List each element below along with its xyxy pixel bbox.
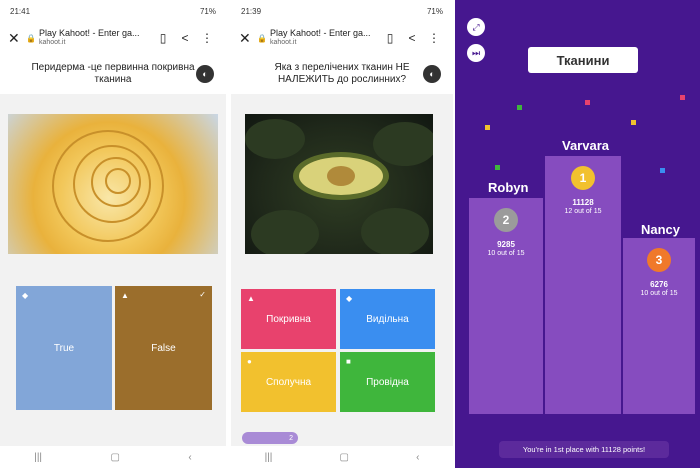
question-header: Перидерма -це первинна покривна тканина … (0, 54, 226, 94)
shell-spiral-icon (52, 130, 164, 242)
confetti (585, 100, 590, 105)
recent-apps-icon[interactable]: ||| (265, 452, 273, 463)
diamond-icon: ◆ (346, 294, 353, 303)
home-icon[interactable]: ▢ (339, 452, 348, 463)
close-icon[interactable]: ✕ (239, 30, 257, 47)
android-nav-bar: ||| ▢ ‹ (0, 446, 226, 468)
lock-icon: 🔒 (26, 33, 36, 43)
status-battery: 71% (426, 6, 443, 16)
answer-label: Провідна (366, 376, 409, 388)
diamond-icon: ◆ (22, 291, 29, 300)
player-correct-count: 10 out of 15 (640, 290, 678, 297)
skip-icon[interactable]: ⏭ (467, 44, 485, 62)
answer-false-button[interactable]: ▲ ✓ False (115, 286, 212, 410)
podium-third: 3 6276 10 out of 15 (623, 238, 695, 414)
panel-podium: ⤢ ⏭ Тканини Robyn 2 9285 10 out of 15 Va… (455, 0, 700, 468)
android-nav-bar: ||| ▢ ‹ (231, 446, 453, 468)
triangle-icon: ▲ (247, 294, 255, 303)
player-correct-count: 10 out of 15 (487, 250, 525, 257)
close-icon[interactable]: ✕ (8, 30, 26, 47)
placement-message: You're in 1st place with 11128 points! (499, 441, 669, 458)
square-icon: ■ (346, 357, 351, 366)
bookmark-icon[interactable]: ▯ (379, 31, 401, 45)
page-url: kahoot.it (38, 39, 66, 46)
status-time: 21:41 (10, 6, 31, 16)
back-icon[interactable]: ‹ (188, 452, 191, 463)
check-icon: ✓ (199, 290, 206, 299)
rank-badge-icon: 2 (494, 208, 518, 232)
progress-count: 2 (289, 434, 293, 442)
player-name-robyn: Robyn (488, 180, 529, 195)
question-text: Яка з перелічених тканин НЕ НАЛЕЖИТЬ до … (274, 62, 410, 85)
home-icon[interactable]: ▢ (111, 452, 120, 463)
page-title: Play Kahoot! - Enter ga... (269, 28, 371, 38)
player-score: 9285 (497, 240, 515, 249)
confetti (495, 165, 500, 170)
rank-badge-icon: 3 (647, 248, 671, 272)
browser-toolbar: ✕ 🔒 Play Kahoot! - Enter ga... kahoot.it… (231, 22, 453, 54)
quiz-title: Тканини (528, 47, 638, 73)
browser-toolbar: ✕ 🔒 Play Kahoot! - Enter ga... kahoot.it… (0, 22, 226, 54)
confetti (631, 120, 636, 125)
answer-true-button[interactable]: ◆ True (16, 286, 112, 410)
circle-icon: ● (247, 357, 252, 366)
answer-label: Видільна (366, 313, 409, 325)
question-header: Яка з перелічених тканин НЕ НАЛЕЖИТЬ до … (231, 54, 453, 94)
panel-quiz-question: 21:39 71% ✕ 🔒 Play Kahoot! - Enter ga...… (231, 0, 453, 468)
confetti (485, 125, 490, 130)
avocado-icon (245, 119, 437, 258)
question-image-shell (8, 114, 218, 254)
question-text: Перидерма -це первинна покривна тканина (31, 62, 195, 85)
page-url: kahoot.it (269, 39, 297, 46)
player-name-nancy: Nancy (641, 222, 681, 237)
back-icon[interactable]: ‹ (416, 452, 419, 463)
answer-label: Покривна (266, 313, 311, 325)
player-name-varvara: Varvara (562, 138, 609, 153)
status-time: 21:39 (241, 6, 262, 16)
podium-second: 2 9285 10 out of 15 (469, 198, 543, 414)
more-menu-icon[interactable]: ⋮ (423, 31, 445, 45)
status-bar: 21:39 71% (231, 0, 453, 22)
confetti (680, 95, 685, 100)
question-progress-pill: 2 (242, 432, 298, 444)
tab-title-block[interactable]: Play Kahoot! - Enter ga... kahoot.it (39, 28, 152, 48)
answer-vydilna-button[interactable]: ◆ Видільна (340, 289, 435, 349)
status-battery: 71% (199, 6, 216, 16)
answer-label: True (53, 342, 75, 354)
rank-badge-icon: 1 (571, 166, 595, 190)
player-correct-count: 12 out of 15 (564, 208, 602, 215)
tab-title-block[interactable]: Play Kahoot! - Enter ga... kahoot.it (270, 28, 379, 48)
answer-pokryvna-button[interactable]: ▲ Покривна (241, 289, 336, 349)
answer-label: Сполучна (265, 376, 312, 388)
theme-toggle-icon[interactable]: ◐ (423, 65, 441, 83)
answer-label: False (151, 342, 176, 354)
recent-apps-icon[interactable]: ||| (34, 452, 42, 463)
confetti (660, 168, 665, 173)
more-menu-icon[interactable]: ⋮ (196, 31, 218, 45)
podium-first: 1 11128 12 out of 15 (545, 156, 621, 414)
player-score: 11128 (572, 198, 594, 207)
question-image-avocado (245, 114, 437, 258)
player-score: 6276 (650, 280, 668, 289)
lock-icon: 🔒 (257, 33, 267, 43)
answer-providna-button[interactable]: ■ Провідна (340, 352, 435, 412)
confetti (517, 105, 522, 110)
theme-toggle-icon[interactable]: ◐ (196, 65, 214, 83)
share-icon[interactable]: < (401, 31, 423, 45)
fullscreen-icon[interactable]: ⤢ (467, 18, 485, 36)
share-icon[interactable]: < (174, 31, 196, 45)
status-bar: 21:41 71% (0, 0, 226, 22)
page-title: Play Kahoot! - Enter ga... (38, 28, 140, 38)
bookmark-icon[interactable]: ▯ (152, 31, 174, 45)
answer-spoluchna-button[interactable]: ● Сполучна (241, 352, 336, 412)
triangle-icon: ▲ (121, 291, 129, 300)
panel-true-false-question: 21:41 71% ✕ 🔒 Play Kahoot! - Enter ga...… (0, 0, 226, 468)
